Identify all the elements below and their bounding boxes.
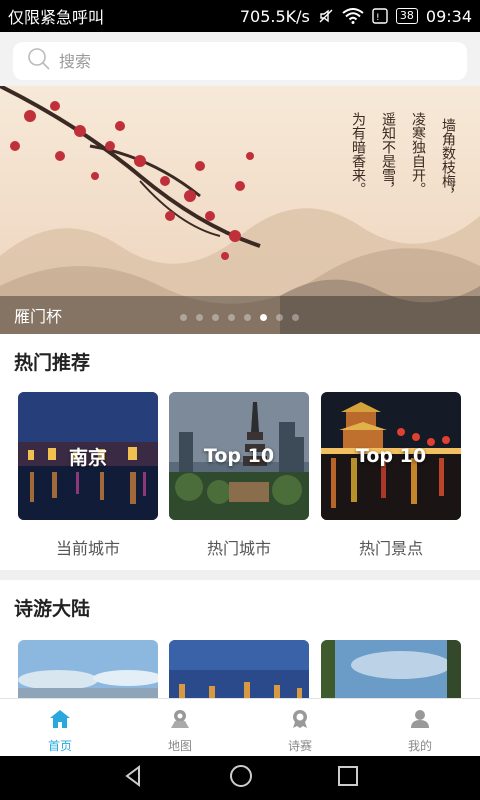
card-image [18,640,158,698]
nav-label: 首页 [47,739,72,753]
nav-label: 诗赛 [287,739,312,753]
carousel-dot[interactable] [244,314,251,321]
user-icon [409,709,431,733]
nav-label: 地图 [167,739,192,753]
carousel-dot[interactable] [180,314,187,321]
search-bar-container [0,32,480,86]
nav-profile[interactable]: 我的 [360,699,480,756]
svg-text:墙角数枝梅，: 墙角数枝梅， [440,118,456,202]
app-screen: 仅限紧急呼叫 705.5K/s ! 38 09:34 搜索 墙角数枝梅， 凌寒独… [0,0,480,800]
card-label-current-city: 当前城市 [55,539,120,558]
battery-indicator: 38 [395,8,418,24]
search-box[interactable] [13,42,467,80]
carrier-text: 仅限紧急呼叫 [8,8,105,27]
signal-icon: ! [372,8,388,24]
home-button-icon[interactable] [228,763,254,793]
bottom-navigation: 首页 地图 诗赛 我的 [0,698,480,756]
svg-text:为有暗香来。: 为有暗香来。 [350,112,366,196]
carousel-dot[interactable] [260,314,267,321]
svg-text:凌寒独自开。: 凌寒独自开。 [410,112,426,196]
carousel-dot[interactable] [212,314,219,321]
section-title-poetry: 诗游大陆 [14,598,91,620]
nav-map[interactable]: 地图 [120,699,240,756]
status-icons: 705.5K/s ! 38 09:34 [240,7,472,26]
section-title-hot: 热门推荐 [14,352,91,374]
card-overlay-text: Top 10 [203,445,275,467]
nav-label: 我的 [407,739,432,753]
card-overlay-text: 南京 [68,446,107,469]
section-divider [0,570,480,580]
svg-text:!: ! [376,13,380,23]
network-speed: 705.5K/s [239,6,310,26]
carousel-dot[interactable] [228,314,235,321]
map-icon [169,709,191,733]
card-image [169,640,309,698]
clock: 09:34 [425,6,472,26]
nav-contest[interactable]: 诗赛 [240,699,360,756]
carousel-dots [180,314,299,321]
wifi-icon [342,8,364,24]
poetry-card[interactable] [18,640,158,698]
card-label-hot-attractions: 热门景点 [358,539,423,558]
search-input[interactable] [59,51,439,71]
poetry-card[interactable] [321,640,461,698]
card-label-hot-cities: 热门城市 [206,539,271,558]
card-current-city[interactable]: 南京 [18,392,158,520]
banner-carousel[interactable]: 墙角数枝梅， 凌寒独自开。 遥知不是雪， 为有暗香来。 雁门杯 [0,86,480,334]
mute-icon [318,8,334,24]
carousel-dot[interactable] [276,314,283,321]
banner-title: 雁门杯 [14,307,63,326]
carousel-dot[interactable] [292,314,299,321]
system-navigation-bar [0,756,480,800]
card-hot-cities[interactable]: Top 10 [169,392,309,520]
card-overlay-text: Top 10 [355,445,427,467]
svg-text:遥知不是雪，: 遥知不是雪， [380,112,396,196]
status-bar: 仅限紧急呼叫 705.5K/s ! 38 09:34 [0,0,480,32]
search-icon [27,47,51,75]
recents-icon[interactable] [337,765,359,791]
nav-home[interactable]: 首页 [0,699,120,756]
card-hot-attractions[interactable]: Top 10 [321,392,461,520]
home-icon [49,709,71,733]
medal-icon [289,709,311,733]
back-icon[interactable] [121,764,145,792]
poetry-card[interactable] [169,640,309,698]
carousel-dot[interactable] [196,314,203,321]
card-image [321,640,461,698]
